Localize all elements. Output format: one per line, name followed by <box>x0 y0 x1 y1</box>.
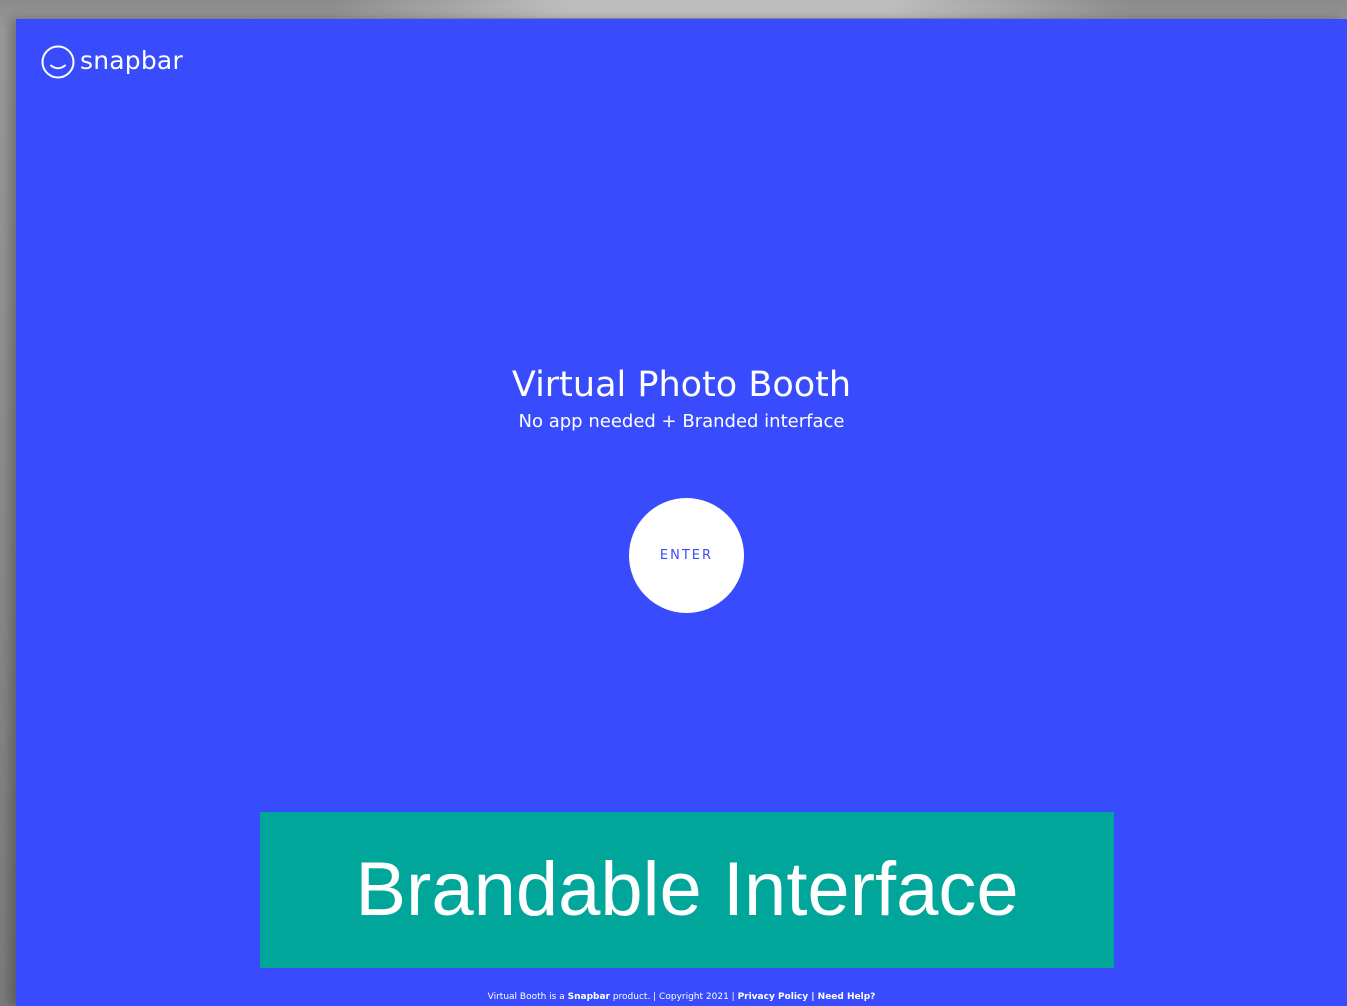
frame-highlight <box>330 0 1130 18</box>
footer-brand: Snapbar <box>567 992 610 1002</box>
page-subtitle: No app needed + Branded interface <box>518 411 845 432</box>
logo-text: snapbar <box>80 45 183 75</box>
footer-copyright: product. | Copyright 2021 | <box>609 992 738 1002</box>
footer: Virtual Booth is a Snapbar product. | Co… <box>16 991 1347 1003</box>
privacy-policy-link[interactable]: Privacy Policy <box>738 992 809 1002</box>
footer-separator: | <box>808 992 818 1002</box>
page-title: Virtual Photo Booth <box>511 365 852 405</box>
snapbar-logo[interactable]: snapbar <box>40 44 183 80</box>
device-frame: snapbar Virtual Photo Booth No app neede… <box>0 0 1347 1006</box>
hero-section: Virtual Photo Booth No app needed + Bran… <box>16 364 1347 434</box>
footer-prefix: Virtual Booth is a <box>487 992 568 1002</box>
brandable-interface-banner: Brandable Interface <box>260 812 1114 968</box>
need-help-link[interactable]: Need Help? <box>818 992 876 1002</box>
snapbar-smile-circle-icon <box>41 45 75 79</box>
enter-button[interactable]: ENTER <box>629 498 744 613</box>
booth-screen: snapbar Virtual Photo Booth No app neede… <box>16 19 1347 1006</box>
